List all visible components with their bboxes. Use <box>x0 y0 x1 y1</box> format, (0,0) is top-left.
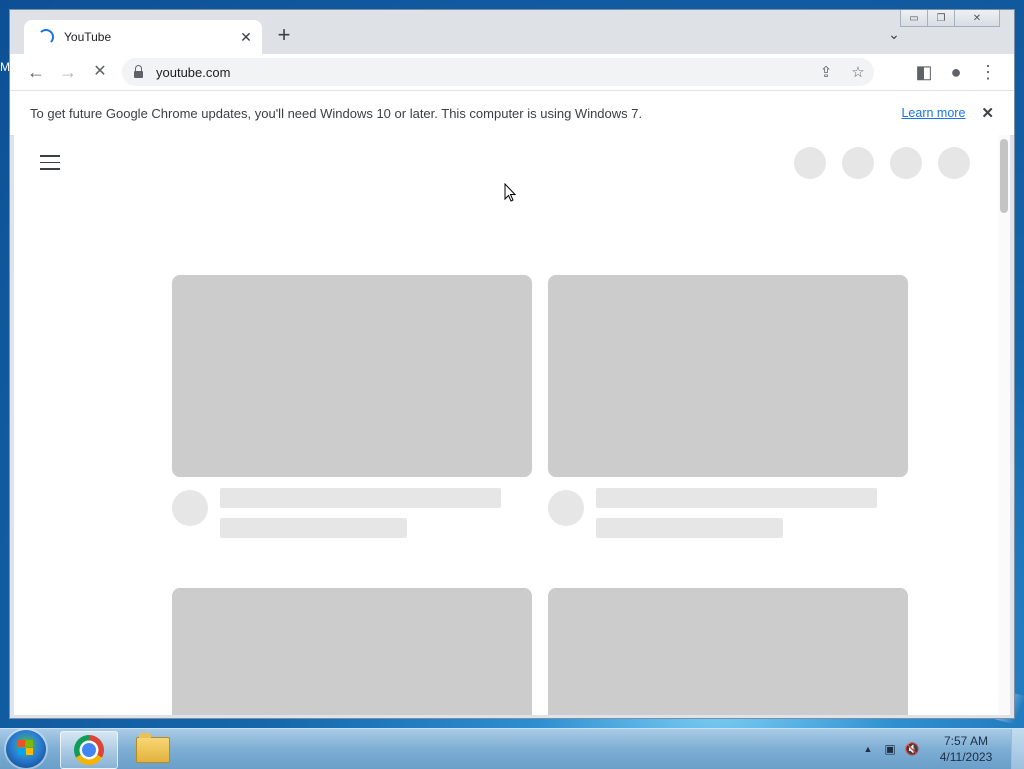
clock-date: 4/11/2023 <box>939 750 993 764</box>
clock[interactable]: 7:57 AM 4/11/2023 <box>927 733 1005 765</box>
windows-flag-icon <box>18 740 34 756</box>
taskbar: ▲ ▣ 🔇 7:57 AM 4/11/2023 <box>0 728 1024 769</box>
chrome-menu-icon[interactable]: ⋮ <box>976 60 1000 84</box>
loading-spinner-icon <box>38 29 54 45</box>
close-window-button[interactable]: ✕ <box>954 10 1000 27</box>
mouse-cursor-icon <box>504 183 517 202</box>
taskbar-explorer-button[interactable] <box>124 731 180 767</box>
chrome-icon <box>74 735 104 765</box>
tab-youtube[interactable]: YouTube ✕ <box>24 20 262 54</box>
clock-time: 7:57 AM <box>943 734 989 748</box>
learn-more-link[interactable]: Learn more <box>901 106 965 120</box>
taskbar-chrome-button[interactable] <box>60 731 118 769</box>
tab-close-button[interactable]: ✕ <box>236 29 256 46</box>
channel-avatar-placeholder <box>172 490 208 526</box>
title-line-placeholder <box>220 488 501 508</box>
title-line-placeholder <box>596 488 877 508</box>
restore-button[interactable]: ❐ <box>927 10 955 27</box>
url-text[interactable]: youtube.com <box>156 65 810 80</box>
header-placeholder-4 <box>938 147 970 179</box>
show-hidden-icons-button[interactable]: ▲ <box>857 744 879 754</box>
tab-search-button[interactable]: ⌄ <box>884 26 904 46</box>
profile-icon[interactable]: ● <box>944 60 968 84</box>
page-scrollbar[interactable] <box>998 135 1010 715</box>
scrollbar-thumb[interactable] <box>1000 139 1008 213</box>
window-controls: ▭ ❐ ✕ <box>900 10 1000 27</box>
header-placeholder-1 <box>794 147 826 179</box>
network-icon[interactable]: ▣ <box>879 742 901 756</box>
menu-hamburger-icon[interactable] <box>40 155 60 170</box>
meta-line-placeholder <box>596 518 783 538</box>
meta-line-placeholder <box>220 518 407 538</box>
infobar-message: To get future Google Chrome updates, you… <box>30 105 643 121</box>
video-thumbnail-placeholder <box>548 588 908 715</box>
lock-icon[interactable] <box>134 64 143 78</box>
address-bar[interactable]: youtube.com ⇪ ☆ <box>122 58 874 86</box>
stop-loading-button[interactable]: ✕ <box>88 60 112 84</box>
forward-button[interactable]: → <box>56 60 80 84</box>
tab-title: YouTube <box>64 30 112 44</box>
new-tab-button[interactable]: + <box>272 24 296 48</box>
header-placeholder-2 <box>842 147 874 179</box>
infobar-close-button[interactable]: ✕ <box>981 104 994 122</box>
show-desktop-button[interactable] <box>1011 729 1024 769</box>
start-button[interactable] <box>6 730 46 768</box>
video-thumbnail-placeholder <box>548 275 908 477</box>
minimize-button[interactable]: ▭ <box>900 10 928 27</box>
side-panel-icon[interactable]: ◧ <box>912 60 936 84</box>
update-infobar: To get future Google Chrome updates, you… <box>10 90 1014 136</box>
channel-avatar-placeholder <box>548 490 584 526</box>
file-explorer-icon <box>136 733 170 763</box>
video-thumbnail-placeholder <box>172 588 532 715</box>
title-bar: ▭ ❐ ✕ YouTube ✕ + ⌄ <box>10 10 1014 54</box>
back-button[interactable]: ← <box>24 60 48 84</box>
video-thumbnail-placeholder <box>172 275 532 477</box>
chrome-window: ▭ ❐ ✕ YouTube ✕ + ⌄ ← → ✕ youtube.com ⇪ … <box>10 10 1014 718</box>
browser-toolbar: ← → ✕ youtube.com ⇪ ☆ ◧ ● ⋮ <box>10 54 1014 90</box>
system-tray: ▲ ▣ 🔇 7:57 AM 4/11/2023 <box>857 729 1024 769</box>
volume-muted-icon[interactable]: 🔇 <box>901 742 923 756</box>
share-icon[interactable]: ⇪ <box>810 63 842 81</box>
desktop-edge-text: M <box>0 60 10 74</box>
bookmark-star-icon[interactable]: ☆ <box>842 63 874 81</box>
header-placeholder-3 <box>890 147 922 179</box>
page-viewport <box>14 135 1010 715</box>
